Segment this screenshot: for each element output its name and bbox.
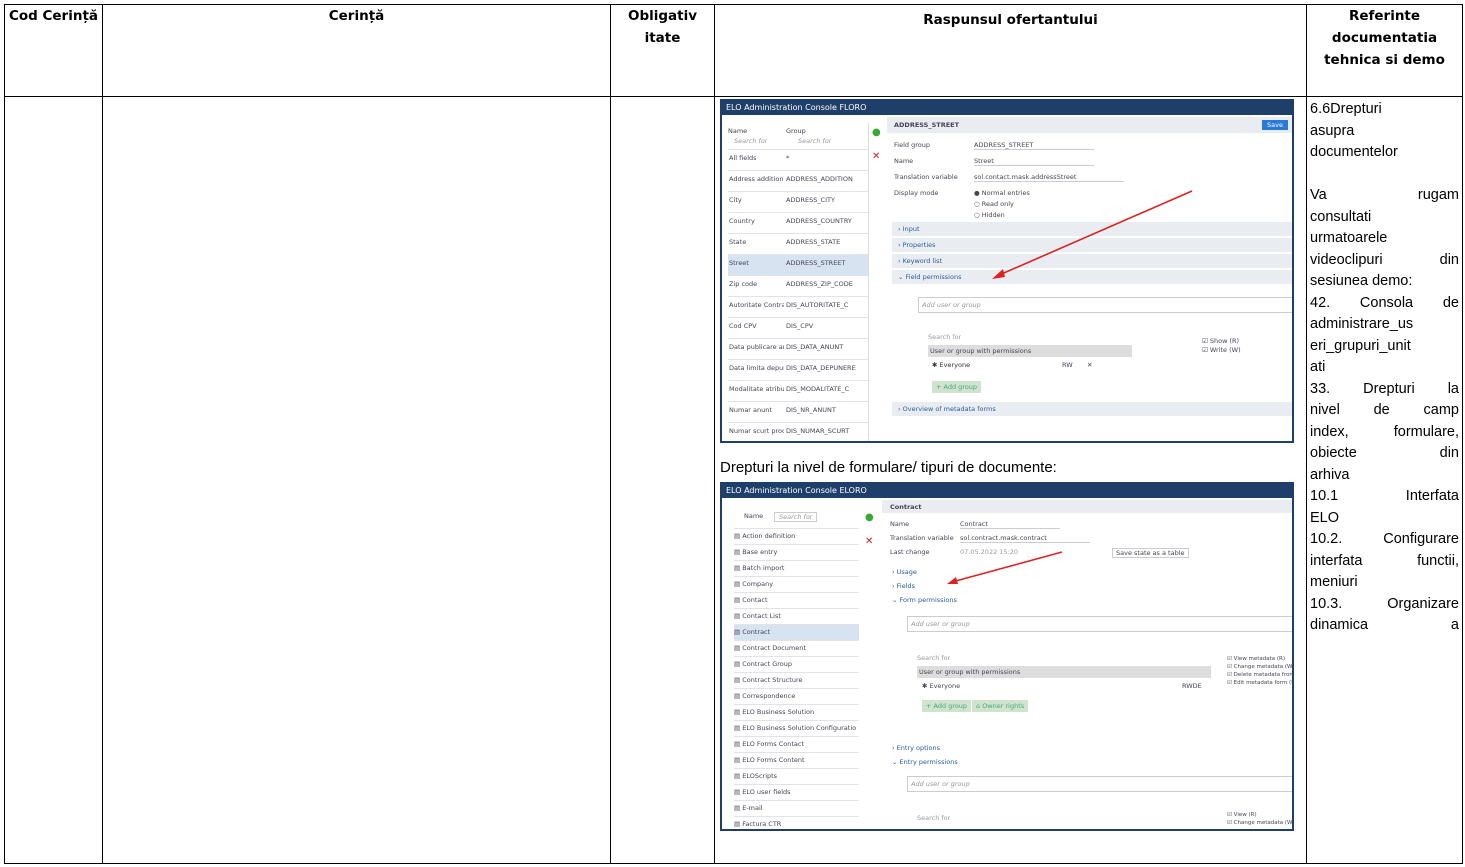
reference-line: 33. Drepturi la xyxy=(1310,380,1459,397)
elo-screenshot-field-permissions: ELO Administration Console FLORO Name Gro… xyxy=(720,99,1294,443)
reference-line: 10.1 Interfata xyxy=(1310,488,1459,504)
header-obligativitate: Obligativ itate xyxy=(610,4,715,97)
red-arrow xyxy=(992,190,1193,279)
cell-cerinta xyxy=(102,96,611,864)
elo-screenshot-form-permissions: ELO Administration Console ELORO Name Sea… xyxy=(720,482,1294,831)
reference-line: dinamica a xyxy=(1310,617,1459,633)
reference-line: interfata functii, xyxy=(1310,552,1459,569)
header-row: Cod Cerință Cerință Obligativ itate Rasp… xyxy=(4,4,1463,97)
reference-line: administrare_us xyxy=(1310,316,1414,332)
reference-line: ELO xyxy=(1310,509,1340,526)
reference-line: documentelor xyxy=(1310,144,1398,160)
header-cerinta: Cerință xyxy=(102,4,611,97)
body-row: ELO Administration Console FLORO Name Gro… xyxy=(4,96,1463,864)
reference-line: meniuri xyxy=(1310,574,1358,590)
reference-line: ati xyxy=(1310,359,1326,375)
reference-line: index, formulare, xyxy=(1310,423,1459,440)
reference-line: 42. Consola de xyxy=(1310,294,1459,311)
reference-line: 10.3. Organizare xyxy=(1310,595,1459,612)
cell-cod xyxy=(4,96,103,864)
reference-line: sesiunea demo: xyxy=(1310,273,1413,289)
header-referinte: Referinte documentatia tehnica si demo xyxy=(1306,4,1463,97)
reference-line: 6.6Drepturi xyxy=(1310,101,1382,117)
reference-line: eri_grupuri_unit xyxy=(1310,337,1411,354)
reference-line: videoclipuri din xyxy=(1310,251,1459,268)
reference-line: 10.2. Configurare xyxy=(1310,531,1459,547)
reference-line: arhiva xyxy=(1310,466,1350,483)
reference-line: consultati xyxy=(1310,208,1372,225)
cell-referinte: 6.6Drepturi asupra documentelor Va rugam co… xyxy=(1306,96,1463,864)
reference-line: obiecte din xyxy=(1310,445,1459,461)
reference-line: Va rugam xyxy=(1310,187,1459,203)
cell-raspuns: ELO Administration Console FLORO Name Gro… xyxy=(714,96,1307,864)
cell-obligativitate xyxy=(610,96,715,864)
reference-line: nivel de camp xyxy=(1310,402,1459,418)
requirements-table: Cod Cerință Cerință Obligativ itate Rasp… xyxy=(4,4,1463,864)
reference-line: asupra xyxy=(1310,122,1355,139)
reference-line xyxy=(1310,164,1459,186)
response-caption: Drepturi la nivel de formulare/ tipuri d… xyxy=(720,459,1057,476)
reference-line: urmatoarele xyxy=(1310,230,1388,246)
red-arrow-2 xyxy=(947,551,1063,584)
header-raspuns: Raspunsul ofertantului xyxy=(714,4,1307,97)
header-cod: Cod Cerință xyxy=(4,4,103,97)
